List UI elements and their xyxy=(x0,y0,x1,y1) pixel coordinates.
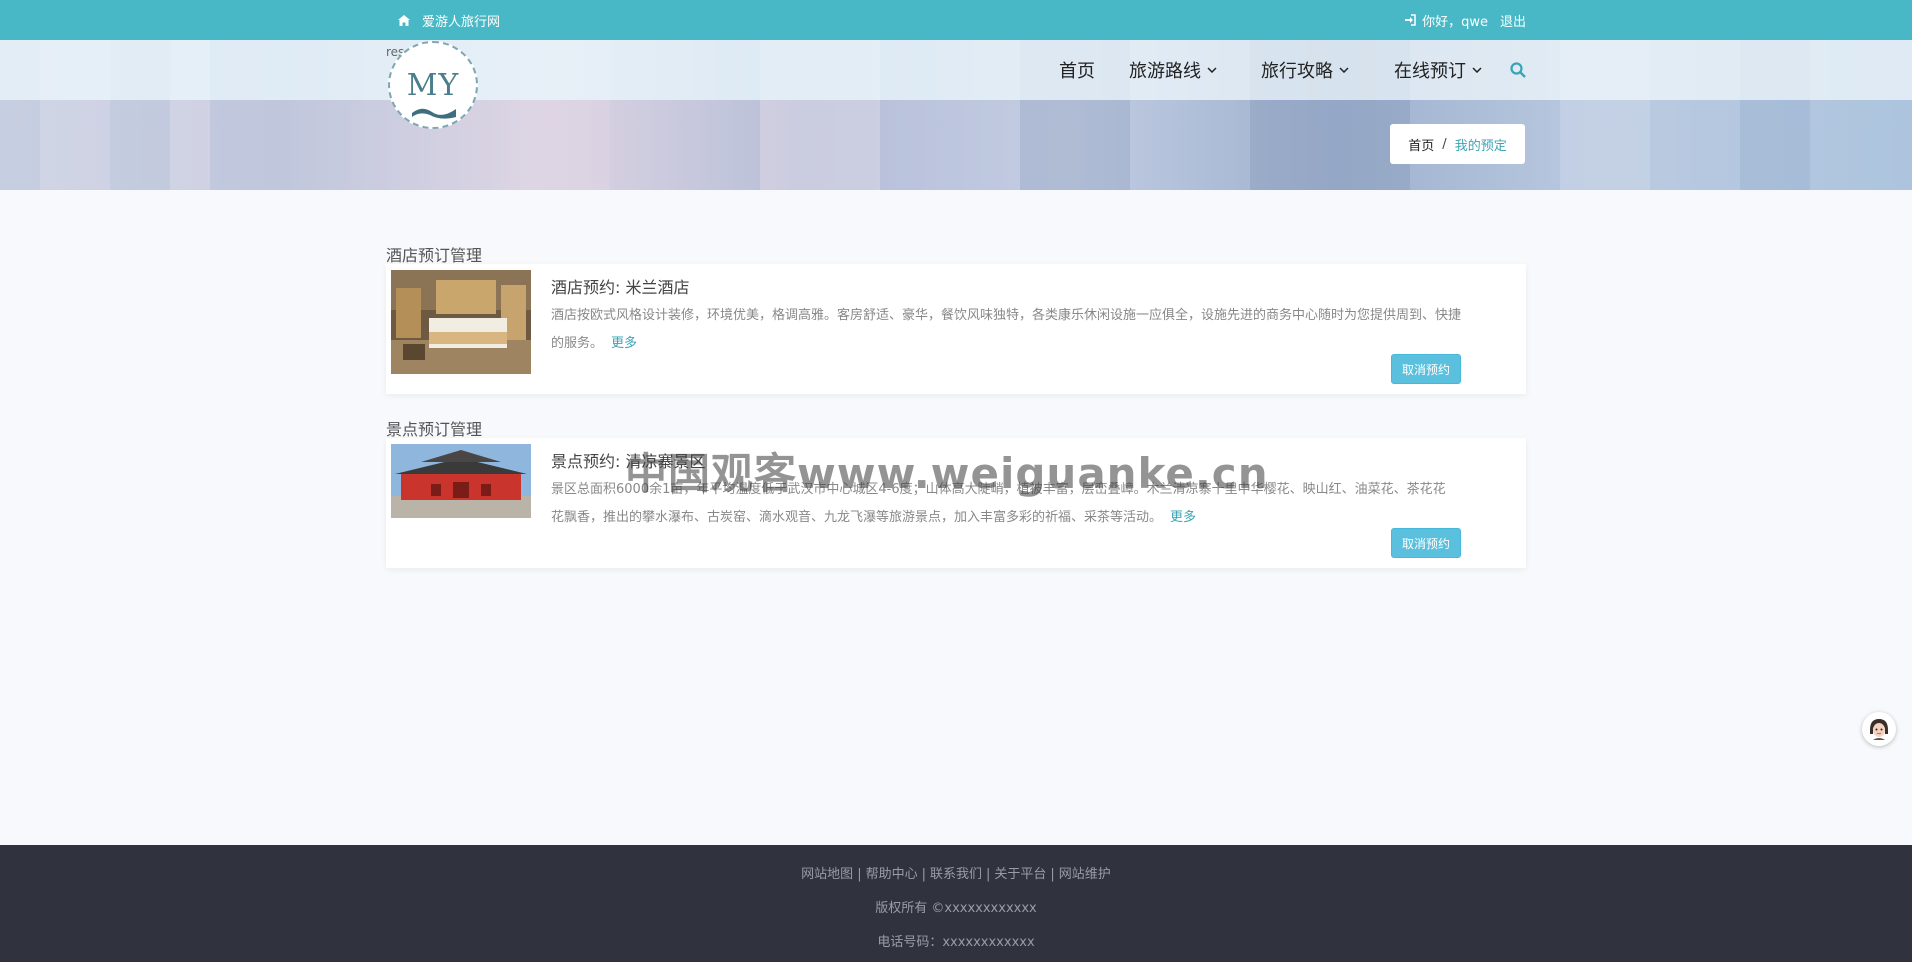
breadcrumb-separator: / xyxy=(1442,136,1447,152)
footer-links: 网站地图 | 帮助中心 | 联系我们 | 关于平台 | 网站维护 xyxy=(0,863,1912,882)
hotel-description-text: 酒店按欧式风格设计装修，环境优美，格调高雅。客房舒适、豪华，餐饮风味独特，各类康… xyxy=(551,308,1462,351)
footer-link-about[interactable]: 关于平台 xyxy=(994,867,1046,882)
nav-home[interactable]: 首页 xyxy=(1059,40,1095,100)
footer-separator: | xyxy=(1050,867,1055,882)
nav-routes-label: 旅游路线 xyxy=(1129,61,1201,82)
nav-booking[interactable]: 在线预订 xyxy=(1394,40,1482,100)
footer-phone: 电话号码：xxxxxxxxxxxx xyxy=(877,935,1035,950)
nav-guides-label: 旅行攻略 xyxy=(1261,61,1333,82)
hotel-booking-card: 酒店预约: 米兰酒店 酒店按欧式风格设计装修，环境优美，格调高雅。客房舒适、豪华… xyxy=(386,264,1526,394)
scenic-booking-title[interactable]: 景点预约: 清凉寨景区 xyxy=(551,448,705,472)
nav-guides[interactable]: 旅行攻略 xyxy=(1261,40,1349,100)
footer-separator: | xyxy=(921,867,926,882)
home-link[interactable]: 爱游人旅行网 xyxy=(398,0,500,40)
footer-link-maintenance[interactable]: 网站维护 xyxy=(1059,867,1111,882)
hotel-section-title: 酒店预订管理 xyxy=(386,246,483,265)
scenic-booking-card: 景点预约: 清凉寨景区 景区总面积6000余1亩，年平均温度低于武汉市中心城区4… xyxy=(386,438,1526,568)
wave-icon xyxy=(412,108,456,119)
hotel-image xyxy=(391,270,531,374)
scenic-cancel-button[interactable]: 取消预约 xyxy=(1391,528,1461,558)
footer-link-sitemap[interactable]: 网站地图 xyxy=(801,867,853,882)
nav-home-label: 首页 xyxy=(1059,61,1095,82)
search-icon[interactable] xyxy=(1510,62,1526,78)
site-name[interactable]: 爱游人旅行网 xyxy=(422,11,500,30)
hotel-booking-title[interactable]: 酒店预约: 米兰酒店 xyxy=(551,274,689,298)
chevron-down-icon xyxy=(1472,67,1482,73)
avatar-icon xyxy=(1867,717,1891,741)
breadcrumb-current: 我的预定 xyxy=(1454,138,1507,154)
footer-separator: | xyxy=(986,867,991,882)
chevron-down-icon xyxy=(1339,67,1349,73)
scenic-section-title: 景点预订管理 xyxy=(386,420,483,439)
nav-routes[interactable]: 旅游路线 xyxy=(1129,40,1217,100)
user-area: 你好，qwe 退出 xyxy=(1404,0,1526,40)
sign-in-icon xyxy=(1405,14,1416,26)
nav-booking-label: 在线预订 xyxy=(1394,61,1466,82)
footer-link-contact[interactable]: 联系我们 xyxy=(930,867,982,882)
breadcrumb-home[interactable]: 首页 xyxy=(1408,135,1434,154)
hotel-cancel-button[interactable]: 取消预约 xyxy=(1391,354,1461,384)
home-icon xyxy=(398,14,410,26)
footer-copyright: 版权所有 ©xxxxxxxxxxxx xyxy=(875,901,1037,916)
footer-separator: | xyxy=(857,867,862,882)
hotel-booking-description: 酒店按欧式风格设计装修，环境优美，格调高雅。客房舒适、豪华，餐饮风味独特，各类康… xyxy=(551,302,1471,358)
user-greeting[interactable]: 你好，qwe xyxy=(1422,11,1488,30)
logo-text: MY xyxy=(406,67,460,103)
site-logo[interactable]: MY xyxy=(388,41,478,129)
scenic-description-text: 景区总面积6000余1亩，年平均温度低于武汉市中心城区4-6度；山体高大陡峭，植… xyxy=(551,482,1446,525)
header-banner xyxy=(0,40,1912,190)
logout-link[interactable]: 退出 xyxy=(1500,11,1526,30)
scenic-more-link[interactable]: 更多 xyxy=(1170,510,1196,525)
breadcrumb: 首页 / 我的预定 xyxy=(1390,124,1525,164)
footer: 网站地图 | 帮助中心 | 联系我们 | 关于平台 | 网站维护 版权所有 ©xxxxxxxxx… xyxy=(0,845,1912,962)
top-bar: 爱游人旅行网 你好，qwe 退出 xyxy=(0,0,1912,40)
hotel-more-link[interactable]: 更多 xyxy=(611,336,637,351)
scenic-booking-description: 景区总面积6000余1亩，年平均温度低于武汉市中心城区4-6度；山体高大陡峭，植… xyxy=(551,476,1451,532)
scenic-image xyxy=(391,444,531,518)
chevron-down-icon xyxy=(1207,67,1217,73)
footer-link-help[interactable]: 帮助中心 xyxy=(866,867,918,882)
support-avatar[interactable] xyxy=(1862,712,1896,746)
